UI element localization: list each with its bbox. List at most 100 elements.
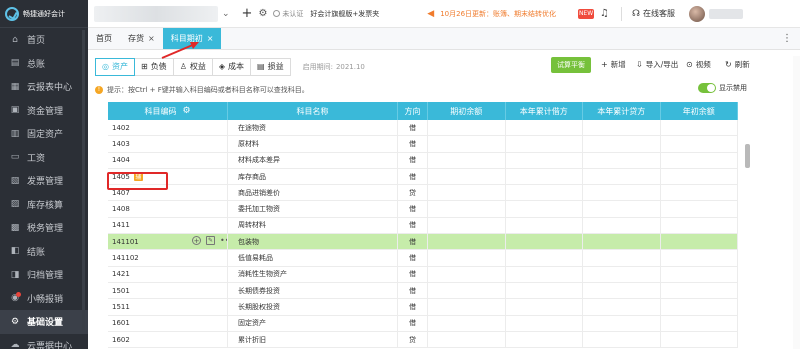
- cell-amount[interactable]: [583, 315, 661, 331]
- cell-code[interactable]: 141102: [108, 250, 228, 266]
- refresh-button[interactable]: ↻ 刷新: [725, 59, 750, 70]
- cell-amount[interactable]: [428, 217, 506, 234]
- news-link[interactable]: 10月26日更新：账簿、期末结转优化: [440, 9, 556, 19]
- table-row[interactable]: 1408 委托加工物资借: [108, 201, 738, 218]
- cell-amount[interactable]: [661, 299, 738, 315]
- edition-label[interactable]: 好会计旗舰版+发票夹: [310, 9, 379, 19]
- cell-amount[interactable]: [661, 120, 738, 136]
- chevron-down-icon[interactable]: ⌄: [222, 9, 230, 19]
- cell-amount[interactable]: [428, 315, 506, 331]
- cell-name[interactable]: 商品进销差价: [228, 185, 398, 201]
- cell-amount[interactable]: [428, 266, 506, 282]
- cell-amount[interactable]: [583, 168, 661, 185]
- sidebar-item[interactable]: ▨ 库存核算: [0, 193, 88, 217]
- add-child-icon[interactable]: +: [192, 236, 201, 246]
- cell-name[interactable]: 包装物: [228, 234, 398, 250]
- cell-amount[interactable]: [428, 168, 506, 185]
- cell-amount[interactable]: [661, 201, 738, 217]
- table-row[interactable]: 1405 辅库存商品借: [108, 168, 738, 186]
- add-button[interactable]: + 新增: [601, 59, 626, 70]
- sidebar-item[interactable]: ▭ 工资: [0, 146, 88, 170]
- category-tab[interactable]: ⊞ 负债: [134, 57, 174, 76]
- cell-code[interactable]: 1404: [108, 152, 228, 168]
- cell-name[interactable]: 在途物资: [228, 120, 398, 136]
- cell-name[interactable]: 固定资产: [228, 315, 398, 331]
- cell-code[interactable]: 1421: [108, 266, 228, 282]
- cell-code[interactable]: 1602: [108, 331, 228, 348]
- table-row[interactable]: 1411 周转材料借: [108, 217, 738, 235]
- close-icon[interactable]: ×: [207, 34, 214, 43]
- sidebar-scrollbar[interactable]: [82, 30, 85, 330]
- sidebar-item[interactable]: ☁ 云票据中心: [0, 334, 88, 349]
- page-scrollbar-track[interactable]: [793, 56, 800, 349]
- sidebar-item[interactable]: ⚙ 基础设置: [0, 310, 88, 334]
- cell-amount[interactable]: [506, 201, 583, 217]
- cell-amount[interactable]: [428, 136, 506, 152]
- cell-amount[interactable]: [506, 315, 583, 331]
- column-header-code[interactable]: 科目编码 ⚙: [108, 102, 228, 120]
- cell-code[interactable]: 1403: [108, 136, 228, 152]
- cell-amount[interactable]: [506, 168, 583, 185]
- cell-amount[interactable]: [428, 234, 506, 250]
- cell-amount[interactable]: [583, 185, 661, 201]
- category-tab[interactable]: ◎ 资产: [95, 57, 135, 76]
- table-row[interactable]: 1501 长期债券投资借: [108, 282, 738, 300]
- cell-code[interactable]: 1408: [108, 201, 228, 217]
- cell-amount[interactable]: [506, 266, 583, 282]
- cell-amount[interactable]: [583, 136, 661, 152]
- cell-name[interactable]: 材料成本差异: [228, 152, 398, 168]
- cell-amount[interactable]: [428, 185, 506, 201]
- cell-code[interactable]: 1402: [108, 120, 228, 136]
- user-name[interactable]: [709, 8, 744, 19]
- cell-name[interactable]: 库存商品: [228, 168, 398, 185]
- cell-amount[interactable]: [506, 282, 583, 299]
- more-icon[interactable]: •••: [220, 236, 227, 245]
- gear-icon[interactable]: ⚙: [258, 8, 267, 19]
- cell-amount[interactable]: [506, 185, 583, 201]
- sidebar-item[interactable]: ▤ 总账: [0, 52, 88, 76]
- cell-amount[interactable]: [583, 152, 661, 168]
- cell-name[interactable]: 原材料: [228, 136, 398, 152]
- app-logo[interactable]: 畅捷通好会计: [0, 0, 88, 28]
- table-row[interactable]: 1421 消耗性生物资产借: [108, 266, 738, 283]
- cell-amount[interactable]: [506, 120, 583, 136]
- plus-icon[interactable]: +: [242, 6, 253, 21]
- sidebar-item[interactable]: ▩ 税务管理: [0, 216, 88, 240]
- cell-amount[interactable]: [428, 250, 506, 266]
- cell-amount[interactable]: [428, 331, 506, 348]
- show-disabled-toggle[interactable]: 显示禁用: [698, 83, 747, 93]
- cell-code[interactable]: 1411: [108, 217, 228, 234]
- toggle-switch[interactable]: [698, 83, 716, 93]
- cell-amount[interactable]: [661, 136, 738, 152]
- online-service-button[interactable]: ☊ 在线客服: [632, 8, 675, 19]
- cell-amount[interactable]: [506, 250, 583, 266]
- sidebar-item[interactable]: ▣ 资金管理: [0, 99, 88, 123]
- table-row[interactable]: 1511 长期股权投资借: [108, 299, 738, 316]
- sidebar-item[interactable]: ▦ 云报表中心: [0, 75, 88, 99]
- cell-code[interactable]: 1511: [108, 299, 228, 315]
- category-tab[interactable]: ◈ 成本: [212, 57, 252, 76]
- cell-name[interactable]: 长期股权投资: [228, 299, 398, 315]
- cell-name[interactable]: 周转材料: [228, 217, 398, 234]
- table-row[interactable]: 1404 材料成本差异借: [108, 152, 738, 169]
- cell-amount[interactable]: [583, 282, 661, 299]
- cell-amount[interactable]: [583, 250, 661, 266]
- video-button[interactable]: ⊙ 视频: [686, 59, 711, 70]
- cell-name[interactable]: 委托加工物资: [228, 201, 398, 217]
- cell-amount[interactable]: [661, 234, 738, 250]
- cell-amount[interactable]: [506, 331, 583, 348]
- sidebar-item[interactable]: ◨ 归档管理: [0, 263, 88, 287]
- cell-amount[interactable]: [506, 299, 583, 315]
- table-row[interactable]: 1407 商品进销差价贷: [108, 185, 738, 202]
- avatar[interactable]: [689, 5, 706, 22]
- sidebar-item[interactable]: ▧ 发票管理: [0, 169, 88, 193]
- cell-amount[interactable]: [428, 282, 506, 299]
- cell-amount[interactable]: [506, 217, 583, 234]
- import-export-button[interactable]: ⇩ 导入/导出: [636, 59, 678, 70]
- cell-amount[interactable]: [661, 331, 738, 348]
- table-row[interactable]: 141102 低值易耗品借: [108, 250, 738, 267]
- cell-name[interactable]: 累计折旧: [228, 331, 398, 348]
- cell-amount[interactable]: [428, 120, 506, 136]
- company-selector[interactable]: [94, 5, 218, 22]
- tab[interactable]: 科目期初 ×: [162, 28, 222, 49]
